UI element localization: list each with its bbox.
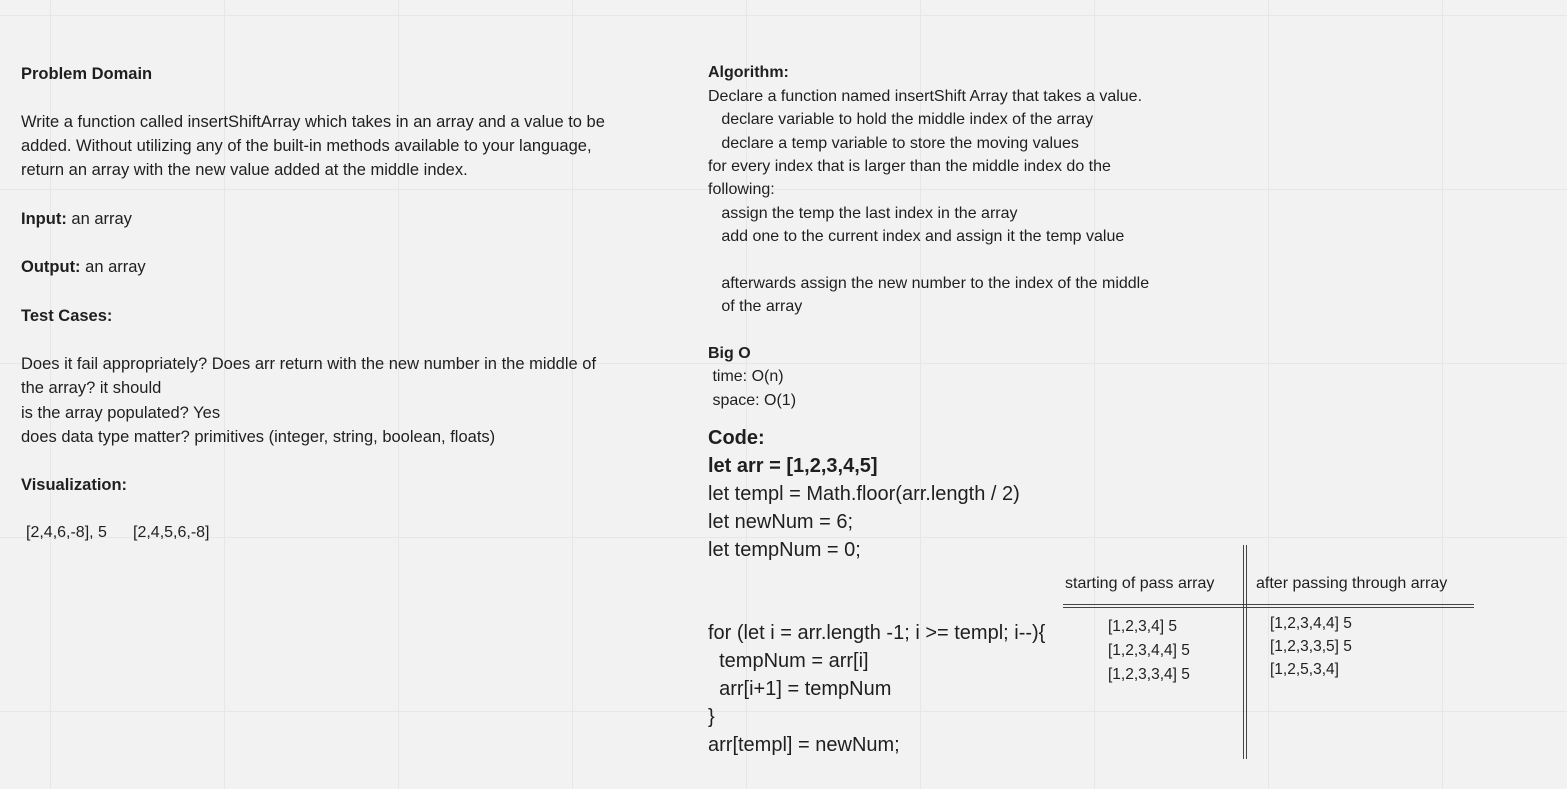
problem-domain-heading: Problem Domain [21,65,153,83]
code-loop-line-5: arr[templ] = newNum; [708,734,900,756]
big-o-heading: Big O [708,345,751,362]
algorithm-heading: Algorithm: [708,64,789,81]
algorithm-line-4: for every index that is larger than the … [708,158,1111,175]
code-line-arr: let arr = [1,2,3,4,5] [708,455,878,477]
pass-table-divider-horizontal-2 [1063,607,1474,608]
output-value: an array [80,258,146,276]
algorithm-line-3: declare a temp variable to store the mov… [708,135,1079,152]
visualization-heading: Visualization: [21,476,128,494]
pass-table-start-row-3: [1,2,3,3,4] 5 [1108,666,1190,683]
code-line-tempnum: let tempNum = 0; [708,539,861,561]
big-o-time: time: O(n) [708,368,784,385]
output-row: Output: an array [21,255,146,279]
algorithm-line-1: Declare a function named insertShift Arr… [708,88,1143,105]
code-loop-line-4: } [708,706,715,728]
visualization-input: [2,4,6,-8], 5 [26,524,107,541]
problem-description-line-3: return an array with the new value added… [21,161,468,179]
algorithm-line-9: afterwards assign the new number to the … [708,275,1150,292]
pass-table-start-row-1: [1,2,3,4] 5 [1108,618,1177,635]
input-label: Input: [21,210,67,228]
pass-table-start-row-2: [1,2,3,4,4] 5 [1108,642,1190,659]
pass-table-header-after: after passing through array [1256,575,1448,592]
algorithm-line-6: assign the temp the last index in the ar… [708,205,1018,222]
code-loop-line-2: tempNum = arr[i] [708,650,869,672]
algorithm-line-7: add one to the current index and assign … [708,228,1125,245]
pass-table-after-row-1: [1,2,3,4,4] 5 [1270,615,1352,632]
code-loop-line-3: arr[i+1] = tempNum [708,678,892,700]
algorithm-line-5: following: [708,181,775,198]
pass-table-header-start: starting of pass array [1065,575,1215,592]
code-loop-line-1: for (let i = arr.length -1; i >= templ; … [708,622,1046,644]
pass-table-divider-horizontal [1063,604,1474,605]
visualization-output: [2,4,5,6,-8] [133,524,210,541]
test-case-line-2: the array? it should [21,379,162,397]
test-case-line-4: does data type matter? primitives (integ… [21,428,496,446]
problem-description-line-2: added. Without utilizing any of the buil… [21,137,592,155]
pass-table-divider-vertical-2 [1246,545,1247,759]
code-line-templ: let templ = Math.floor(arr.length / 2) [708,483,1020,505]
big-o-space: space: O(1) [708,392,797,409]
problem-description-line-1: Write a function called insertShiftArray… [21,113,605,131]
pass-table-after-row-3: [1,2,5,3,4] [1270,661,1339,678]
algorithm-line-10: of the array [708,298,803,315]
test-cases-heading: Test Cases: [21,307,113,325]
test-case-line-3: is the array populated? Yes [21,404,221,422]
algorithm-line-2: declare variable to hold the middle inde… [708,111,1094,128]
code-line-newnum: let newNum = 6; [708,511,854,533]
input-row: Input: an array [21,207,132,231]
test-case-line-1: Does it fail appropriately? Does arr ret… [21,355,597,373]
output-label: Output: [21,258,81,276]
pass-table-after-row-2: [1,2,3,3,5] 5 [1270,638,1352,655]
input-value: an array [66,210,132,228]
pass-table-divider-vertical [1243,545,1244,759]
code-heading: Code: [708,427,765,449]
